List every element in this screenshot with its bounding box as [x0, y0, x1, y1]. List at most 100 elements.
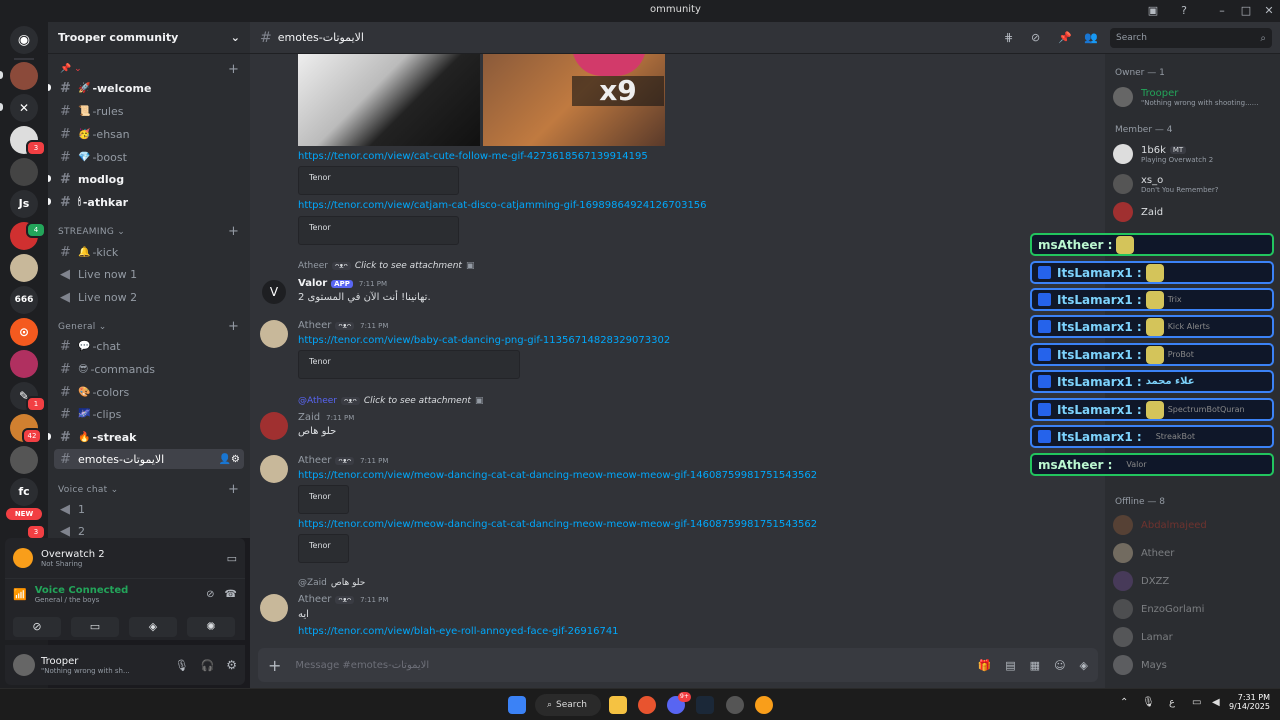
member-item[interactable]: Mays — [1113, 652, 1273, 678]
reply-preview[interactable]: Atheer ᴖᴥᴖ Click to see attachment ▣ — [298, 261, 474, 271]
avatar[interactable] — [260, 320, 288, 348]
channel-commands[interactable]: # 😎 -commands — [54, 359, 244, 379]
category-streaming[interactable]: STREAMING ⌄ — [58, 227, 125, 237]
channel-live-now-2[interactable]: ◀ Live now 2 — [54, 287, 244, 307]
server-icon-7[interactable] — [10, 254, 38, 282]
inbox-icon[interactable]: ▣ — [1145, 3, 1161, 19]
server-icon-9[interactable]: ⊙ — [10, 318, 38, 346]
server-icon-13[interactable] — [10, 446, 38, 474]
channel-welcome[interactable]: # 🚀 -welcome — [54, 78, 244, 98]
invite-icon[interactable]: 👤⚙ — [219, 454, 240, 465]
message-link[interactable]: https://tenor.com/view/meow-dancing-cat-… — [298, 519, 817, 530]
channel-rules[interactable]: # 📜 -rules — [54, 101, 244, 121]
sticker-icon[interactable]: ▦ — [1030, 659, 1040, 672]
message-link[interactable]: https://tenor.com/view/blah-eye-roll-ann… — [298, 626, 619, 637]
threads-icon[interactable]: ⋕ — [1004, 31, 1013, 44]
clock[interactable]: 7:31 PM 9/14/2025 — [1228, 693, 1270, 711]
channel-clips[interactable]: # 🌌 -clips — [54, 404, 244, 424]
close-icon[interactable]: ✕ — [1261, 3, 1277, 19]
server-icon-fc[interactable]: fc — [10, 478, 38, 506]
maximize-icon[interactable]: □ — [1238, 3, 1254, 19]
category-general[interactable]: General ⌄ — [58, 322, 107, 332]
avatar[interactable] — [260, 455, 288, 483]
soundboard-button[interactable]: ✺ — [187, 617, 235, 637]
channel-live-now-1[interactable]: ◀ Live now 1 — [54, 264, 244, 284]
microphone-icon[interactable]: 🎙 — [175, 659, 189, 672]
home-discord-icon[interactable]: ◉ — [10, 26, 38, 54]
add-attachment-icon[interactable]: + — [268, 656, 281, 675]
mute-bell-icon[interactable]: ⊘ — [1031, 31, 1040, 44]
message-author[interactable]: Atheer — [298, 320, 331, 331]
member-item[interactable]: DXZZ — [1113, 568, 1273, 594]
message-link[interactable]: https://tenor.com/view/meow-dancing-cat-… — [298, 470, 817, 481]
overwatch-icon[interactable] — [755, 696, 773, 714]
message-author[interactable]: Valor — [298, 278, 327, 289]
microphone-icon[interactable]: 🎙 — [1142, 697, 1155, 708]
stream-icon[interactable]: ▭ — [227, 552, 237, 565]
apps-icon[interactable]: ◈ — [1080, 659, 1088, 672]
category-voice-chat[interactable]: Voice chat ⌄ — [58, 485, 119, 495]
channel-boost[interactable]: # 💎 -boost — [54, 147, 244, 167]
member-list-icon[interactable]: 👥 — [1084, 31, 1098, 44]
emoji-icon[interactable]: ☺ — [1054, 659, 1065, 672]
gif-image-man[interactable] — [298, 54, 480, 146]
guild-header[interactable]: Trooper community ⌄ — [48, 22, 250, 54]
activities-button[interactable]: ◈ — [129, 617, 177, 637]
message-author[interactable]: Atheer — [298, 455, 331, 466]
member-item[interactable]: EnzoGorlami — [1113, 596, 1273, 622]
noise-suppression-icon[interactable]: ⊘ — [206, 589, 214, 600]
server-icon-2[interactable]: ✕ — [10, 94, 38, 122]
voice-channel-2[interactable]: ◀ 2 — [54, 521, 244, 539]
message-link[interactable]: https://tenor.com/view/baby-cat-dancing-… — [298, 335, 670, 346]
camera-button[interactable]: ⊘ — [13, 617, 61, 637]
channel-chat[interactable]: # 💬 -chat — [54, 336, 244, 356]
member-item[interactable]: xs_o Don't You Remember? — [1113, 171, 1273, 197]
server-icon-10[interactable] — [10, 350, 38, 378]
voice-channel-1[interactable]: ◀ 1 — [54, 499, 244, 519]
gif-icon[interactable]: ▤ — [1005, 659, 1015, 672]
channel-modlog[interactable]: # modlog — [54, 169, 244, 189]
language-indicator[interactable]: ع — [1169, 697, 1175, 708]
file-explorer-icon[interactable] — [609, 696, 627, 714]
screen-share-button[interactable]: ▭ — [71, 617, 119, 637]
help-icon[interactable]: ? — [1176, 3, 1192, 19]
member-item[interactable]: 1b6k MT Playing Overwatch 2 — [1113, 141, 1273, 167]
volume-icon[interactable]: ◀ — [1212, 697, 1220, 708]
add-channel-icon[interactable]: + — [228, 62, 239, 77]
gift-icon[interactable]: 🎁 — [978, 659, 992, 672]
channel-ehsan[interactable]: # 🥳 -ehsan — [54, 124, 244, 144]
member-item[interactable]: Lamar — [1113, 624, 1273, 650]
channel-colors[interactable]: # 🎨 -colors — [54, 382, 244, 402]
add-channel-icon[interactable]: + — [228, 482, 239, 497]
message-author[interactable]: Atheer — [298, 594, 331, 605]
search-box[interactable]: Search ⌕ — [1110, 28, 1272, 48]
member-item[interactable]: Abdalmajeed — [1113, 512, 1273, 538]
channel-emotes[interactable]: # emotes-الايموتات 👤⚙ — [54, 449, 244, 469]
avatar[interactable]: V — [262, 280, 286, 304]
channel-athkar[interactable]: # 🕯 -athkar — [54, 192, 244, 212]
network-icon[interactable]: ▭ — [1192, 697, 1201, 708]
add-channel-icon[interactable]: + — [228, 319, 239, 334]
member-item[interactable]: Trooper "Nothing wrong with shooting....… — [1113, 84, 1273, 110]
server-icon-4[interactable] — [10, 158, 38, 186]
server-icon-8[interactable]: 666 — [10, 286, 38, 314]
channel-kick[interactable]: # 🔔 -kick — [54, 242, 244, 262]
member-item[interactable]: Atheer — [1113, 540, 1273, 566]
server-icon-js[interactable]: Js — [10, 190, 38, 218]
chevron-up-icon[interactable]: ⌃ — [1120, 697, 1128, 708]
reply-preview[interactable]: @Zaid حلو هاص — [298, 578, 365, 588]
windows-start-icon[interactable] — [508, 696, 526, 714]
headphones-icon[interactable]: 🎧 — [201, 659, 215, 672]
message-link[interactable]: https://tenor.com/view/cat-cute-follow-m… — [298, 151, 648, 162]
minimize-icon[interactable]: – — [1214, 3, 1230, 19]
steam-icon[interactable] — [696, 696, 714, 714]
member-item[interactable]: Zaid — [1113, 199, 1273, 225]
avatar[interactable] — [260, 412, 288, 440]
disconnect-icon[interactable]: ☎ — [225, 589, 237, 600]
firefox-icon[interactable] — [638, 696, 656, 714]
reply-preview[interactable]: @Atheer ᴖᴥᴖ Click to see attachment ▣ — [298, 396, 483, 406]
channel-streak[interactable]: # 🔥 -streak — [54, 427, 244, 447]
app-icon[interactable] — [726, 696, 744, 714]
avatar[interactable] — [260, 594, 288, 622]
settings-gear-icon[interactable]: ⚙ — [226, 658, 237, 672]
